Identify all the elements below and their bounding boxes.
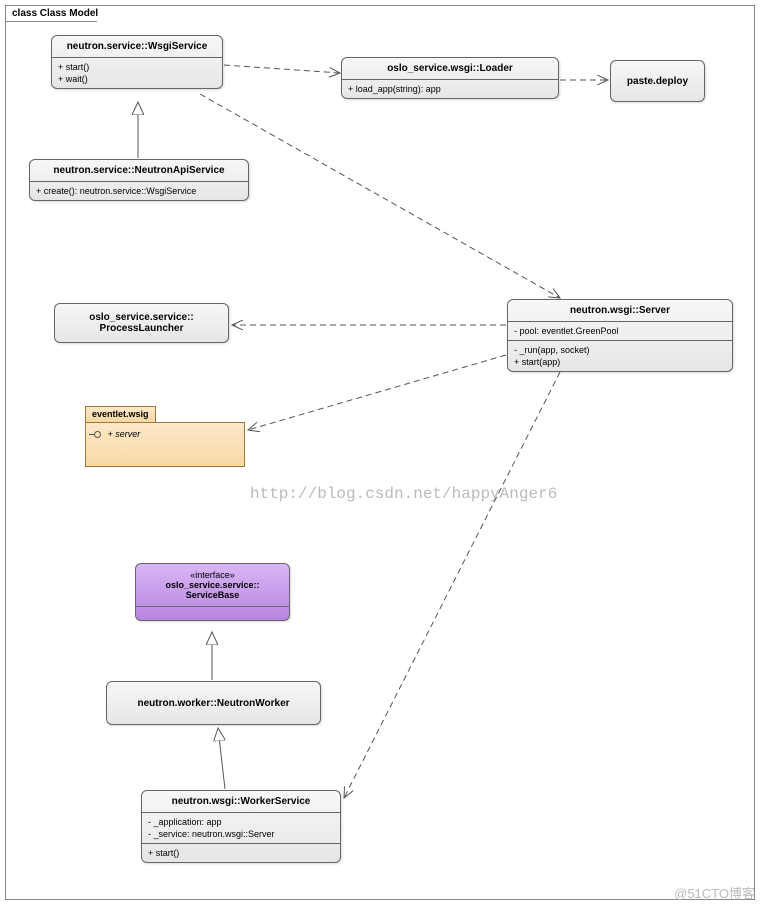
class-workerservice: neutron.wsgi::WorkerService - _applicati…: [141, 790, 341, 863]
sb-title2: ServiceBase: [140, 590, 285, 600]
op: + load_app(string): app: [348, 83, 552, 95]
attr: - _service: neutron.wsgi::Server: [148, 828, 334, 840]
loader-ops: + load_app(string): app: [342, 79, 558, 98]
attr: - pool: eventlet.GreenPool: [514, 325, 726, 337]
watermark-url: http://blog.csdn.net/happyAnger6: [250, 485, 557, 503]
pl-title2: ProcessLauncher: [59, 323, 224, 334]
servicebase-empty: [136, 606, 289, 620]
server-attrs: - pool: eventlet.GreenPool: [508, 321, 732, 340]
frame-title: class Class Model: [5, 5, 109, 22]
neutronworker-title: neutron.worker::NeutronWorker: [107, 682, 320, 724]
pastedeploy-title: paste.deploy: [611, 61, 704, 101]
sb-title1: oslo_service.service::: [140, 580, 285, 590]
processlauncher-title: oslo_service.service:: ProcessLauncher: [55, 304, 228, 342]
package-body: + server: [86, 423, 244, 445]
servicebase-head: «interface» oslo_service.service:: Servi…: [136, 564, 289, 606]
lollipop-icon: [94, 431, 101, 438]
op: + create(): neutron.service::WsgiService: [36, 185, 242, 197]
neutronapiservice-title: neutron.service::NeutronApiService: [30, 160, 248, 181]
class-loader: oslo_service.wsgi::Loader + load_app(str…: [341, 57, 559, 99]
op: + wait(): [58, 73, 216, 85]
op: + start(): [58, 61, 216, 73]
pl-title1: oslo_service.service::: [59, 312, 224, 323]
class-neutronworker: neutron.worker::NeutronWorker: [106, 681, 321, 725]
neutronapiservice-ops: + create(): neutron.service::WsgiService: [30, 181, 248, 200]
loader-title: oslo_service.wsgi::Loader: [342, 58, 558, 79]
op: + start(app): [514, 356, 726, 368]
class-processlauncher: oslo_service.service:: ProcessLauncher: [54, 303, 229, 343]
class-wsgiservice: neutron.service::WsgiService + start() +…: [51, 35, 223, 89]
server-title: neutron.wsgi::Server: [508, 300, 732, 321]
package-eventlet: eventlet.wsig + server: [85, 422, 245, 467]
wsgiservice-ops: + start() + wait(): [52, 57, 222, 88]
attr: - _application: app: [148, 816, 334, 828]
servicebase-stereo: «interface»: [140, 570, 285, 580]
workerservice-attrs: - _application: app - _service: neutron.…: [142, 812, 340, 843]
class-pastedeploy: paste.deploy: [610, 60, 705, 102]
wsgiservice-title: neutron.service::WsgiService: [52, 36, 222, 57]
class-neutronapiservice: neutron.service::NeutronApiService + cre…: [29, 159, 249, 201]
interface-servicebase: «interface» oslo_service.service:: Servi…: [135, 563, 290, 621]
workerservice-ops: + start(): [142, 843, 340, 862]
op: - _run(app, socket): [514, 344, 726, 356]
op: + start(): [148, 847, 334, 859]
class-server: neutron.wsgi::Server - pool: eventlet.Gr…: [507, 299, 733, 372]
package-tab: eventlet.wsig: [85, 406, 156, 423]
watermark-brand: @51CTO博客: [674, 883, 755, 902]
pkg-item: + server: [108, 429, 141, 439]
server-ops: - _run(app, socket) + start(app): [508, 340, 732, 371]
workerservice-title: neutron.wsgi::WorkerService: [142, 791, 340, 812]
